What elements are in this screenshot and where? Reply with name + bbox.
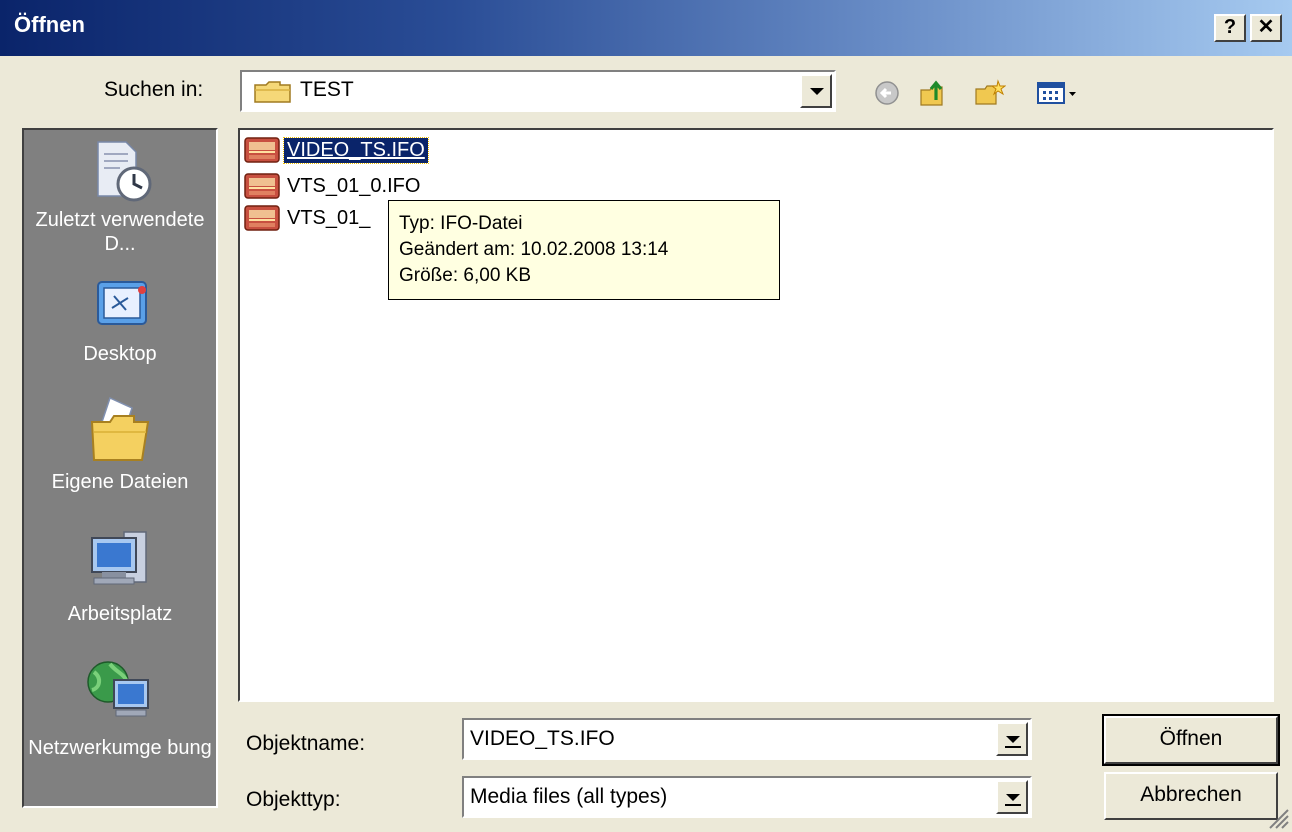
place-label-desktop: Desktop xyxy=(83,343,157,365)
desktop-icon xyxy=(97,281,147,325)
file-item-vts-01-1[interactable]: VTS_01_ xyxy=(244,202,373,234)
file-item-vts-01-0[interactable]: VTS_01_0.IFO xyxy=(244,170,423,202)
filename-label: Objektname: xyxy=(246,732,366,755)
place-my-documents[interactable]: Eigene Dateien xyxy=(24,392,216,494)
folder-icon xyxy=(254,80,292,109)
new-folder-icon[interactable] xyxy=(974,78,1007,108)
tooltip-modified: Geändert am: 10.02.2008 13:14 xyxy=(399,239,669,260)
open-button[interactable]: Öffnen xyxy=(1102,714,1280,766)
recent-documents-icon xyxy=(97,141,152,202)
filetype-combo[interactable]: Media files (all types) xyxy=(462,776,1032,818)
open-file-dialog: Öffnen ? ✕ Suchen in: TEST Zuletzt verwe… xyxy=(0,0,1292,832)
places-bar: Zuletzt verwendete D... Desktop Eigene D… xyxy=(22,128,218,808)
network-icon xyxy=(87,661,149,717)
file-info-tooltip: Typ: IFO-Datei Geändert am: 10.02.2008 1… xyxy=(388,200,780,300)
place-label-my-computer: Arbeitsplatz xyxy=(67,603,173,625)
up-folder-icon[interactable] xyxy=(918,78,950,108)
my-documents-icon xyxy=(90,396,150,461)
place-label-my-documents: Eigene Dateien xyxy=(51,471,189,493)
chevron-down-icon xyxy=(1006,736,1020,743)
tooltip-size: Größe: 6,00 KB xyxy=(399,265,532,286)
my-computer-icon xyxy=(91,531,147,585)
lookin-value: TEST xyxy=(300,78,354,101)
filename-dropdown-button[interactable] xyxy=(996,722,1028,756)
place-desktop[interactable]: Desktop xyxy=(24,278,216,366)
dropdown-underline xyxy=(1005,746,1021,748)
file-name: VTS_01_0.IFO xyxy=(287,174,421,197)
place-network[interactable]: Netzwerkumge bung xyxy=(24,656,216,760)
lookin-dropdown-button[interactable] xyxy=(800,74,832,108)
close-button[interactable]: ✕ xyxy=(1250,14,1282,42)
cancel-button[interactable]: Abbrechen xyxy=(1104,772,1278,820)
chevron-down-icon xyxy=(810,88,824,95)
filetype-label: Objekttyp: xyxy=(246,788,341,811)
file-name: VIDEO_TS.IFO xyxy=(283,136,429,164)
lookin-dropdown[interactable]: TEST xyxy=(240,70,836,112)
ifo-file-icon xyxy=(244,205,280,231)
back-icon[interactable] xyxy=(872,78,904,108)
filetype-value: Media files (all types) xyxy=(470,785,668,808)
file-item-video-ts[interactable]: VIDEO_TS.IFO xyxy=(244,134,429,166)
place-label-network: Netzwerkumge bung xyxy=(28,737,212,759)
file-name: VTS_01_ xyxy=(287,206,371,229)
ifo-file-icon xyxy=(244,137,280,163)
filetype-dropdown-button[interactable] xyxy=(996,780,1028,814)
title-bar[interactable]: Öffnen ? ✕ xyxy=(0,0,1292,56)
tooltip-type: Typ: IFO-Datei xyxy=(399,213,523,234)
filename-value[interactable]: VIDEO_TS.IFO xyxy=(470,727,615,751)
place-label-recent: Zuletzt verwendete D... xyxy=(35,209,205,255)
views-menu-icon[interactable] xyxy=(1036,78,1076,108)
place-my-computer[interactable]: Arbeitsplatz xyxy=(24,524,216,626)
window-title: Öffnen xyxy=(14,12,85,37)
resize-grip-icon[interactable] xyxy=(1264,804,1290,830)
filename-combo[interactable]: VIDEO_TS.IFO xyxy=(462,718,1032,760)
dropdown-underline xyxy=(1005,804,1021,806)
ifo-file-icon xyxy=(244,173,280,199)
chevron-down-icon xyxy=(1006,794,1020,801)
lookin-label: Suchen in: xyxy=(104,78,204,101)
place-recent[interactable]: Zuletzt verwendete D... xyxy=(24,138,216,256)
help-button[interactable]: ? xyxy=(1214,14,1246,42)
